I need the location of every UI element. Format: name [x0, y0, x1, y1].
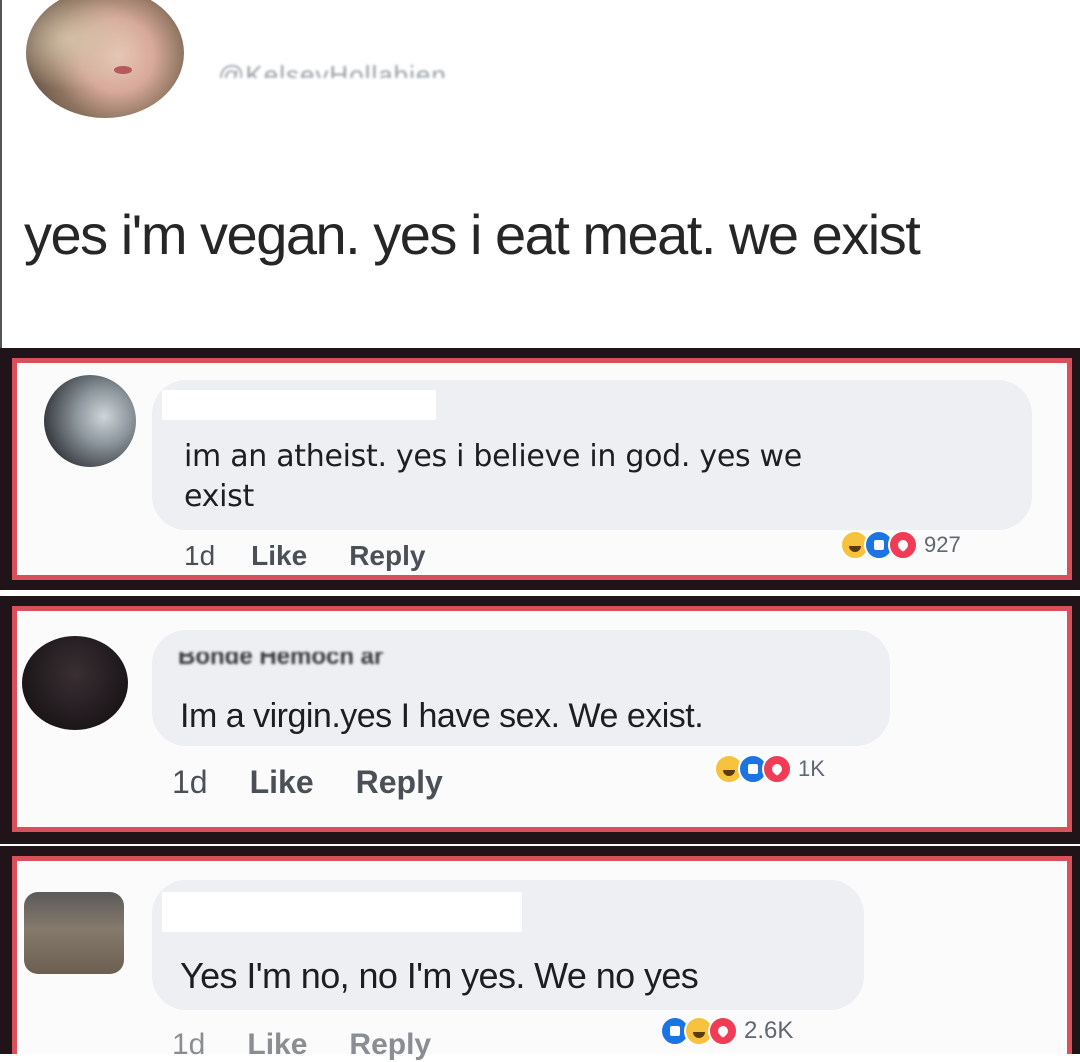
comment-1-actions: 1d Like Reply	[184, 540, 425, 572]
avatar-lips	[114, 66, 132, 74]
comment-1-reply-button[interactable]: Reply	[349, 540, 425, 572]
screenshot: @KelseyHollabien yes i'm vegan. yes i ea…	[0, 0, 1080, 1061]
comment-1-text: im an atheist. yes i believe in god. yes…	[184, 437, 802, 517]
comment-3-reply-button[interactable]: Reply	[349, 1028, 431, 1062]
comment-2-like-button[interactable]: Like	[250, 764, 314, 801]
comment-2-avatar[interactable]	[22, 636, 128, 730]
left-border	[0, 0, 2, 350]
comment-2-reaction-count: 1K	[798, 756, 825, 781]
comment-1-name-redacted	[162, 390, 436, 420]
comment-1-text-line1: im an atheist. yes i believe in god. yes…	[184, 439, 802, 474]
avatar-hair-shade	[26, 0, 184, 118]
comment-2-time[interactable]: 1d	[172, 764, 208, 801]
comment-1-reaction-count: 927	[924, 532, 961, 557]
comment-3-name-redacted	[162, 892, 522, 932]
comment-3-time[interactable]: 1d	[172, 1028, 205, 1062]
comment-3-reactions[interactable]: 2.6K	[660, 1016, 793, 1046]
comment-3-like-button[interactable]: Like	[247, 1028, 307, 1062]
comment-1-like-button[interactable]: Like	[251, 540, 307, 572]
comment-2-name[interactable]: Bonde Hemoch ar	[178, 652, 383, 666]
love-icon	[888, 530, 918, 560]
comment-1-reactions[interactable]: 927	[840, 530, 961, 560]
love-icon	[762, 754, 792, 784]
comment-2-reply-button[interactable]: Reply	[356, 764, 443, 801]
post-author-avatar[interactable]	[26, 0, 184, 118]
comment-1-time[interactable]: 1d	[184, 540, 215, 572]
comment-2-actions: 1d Like Reply	[172, 764, 443, 801]
comment-3-actions: 1d Like Reply	[172, 1028, 431, 1062]
post-text: yes i'm vegan. yes i eat meat. we exist	[24, 203, 921, 266]
comment-3-text: Yes I'm no, no I'm yes. We no yes	[180, 955, 699, 996]
love-icon	[708, 1016, 738, 1046]
comment-3-avatar[interactable]	[24, 892, 124, 974]
comment-3-reaction-count: 2.6K	[744, 1017, 794, 1044]
post-author-handle[interactable]: @KelseyHollabien	[218, 56, 598, 78]
comment-2-text: Im a virgin.yes I have sex. We exist.	[180, 697, 704, 735]
comment-1-text-line2: exist	[184, 479, 254, 514]
comment-1-avatar[interactable]	[44, 375, 136, 467]
comment-2-reactions[interactable]: 1K	[714, 754, 825, 784]
